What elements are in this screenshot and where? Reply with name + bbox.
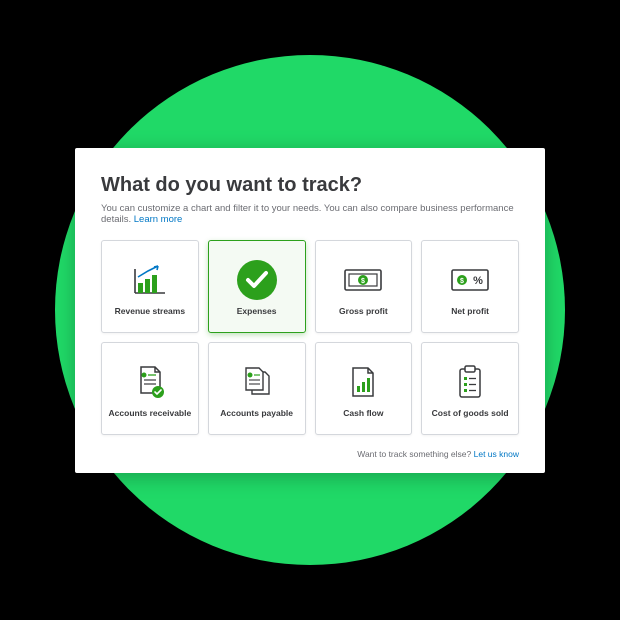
svg-text:$: $: [361, 278, 365, 285]
checkmark-circle-icon: [235, 256, 279, 304]
card-accounts-receivable[interactable]: Accounts receivable: [101, 342, 199, 435]
card-net-profit[interactable]: $ % Net profit: [421, 240, 519, 333]
money-bill-percent-icon: $ %: [450, 256, 490, 304]
let-us-know-link[interactable]: Let us know: [474, 449, 519, 459]
card-label: Expenses: [237, 306, 277, 316]
card-label: Accounts receivable: [109, 408, 192, 418]
footer-prompt: Want to track something else?: [357, 449, 473, 459]
card-label: Gross profit: [339, 306, 388, 316]
cards-grid: Revenue streams Expenses: [101, 240, 519, 435]
panel-heading: What do you want to track?: [101, 174, 519, 197]
svg-text:%: %: [473, 275, 483, 287]
panel-subtext: You can customize a chart and filter it …: [101, 203, 519, 225]
card-expenses[interactable]: Expenses: [208, 240, 306, 333]
card-label: Accounts payable: [220, 408, 293, 418]
card-label: Cash flow: [343, 408, 383, 418]
background-circle: What do you want to track? You can custo…: [55, 55, 565, 565]
learn-more-link[interactable]: Learn more: [134, 214, 183, 225]
money-bill-icon: $: [343, 256, 383, 304]
document-check-icon: [133, 358, 167, 406]
card-label: Revenue streams: [115, 306, 185, 316]
card-revenue-streams[interactable]: Revenue streams: [101, 240, 199, 333]
card-accounts-payable[interactable]: Accounts payable: [208, 342, 306, 435]
clipboard-list-icon: [456, 358, 484, 406]
track-selection-panel: What do you want to track? You can custo…: [75, 148, 545, 473]
svg-text:$: $: [460, 278, 464, 285]
footer-text: Want to track something else? Let us kno…: [101, 449, 519, 459]
card-label: Cost of goods sold: [432, 408, 509, 418]
card-cost-of-goods-sold[interactable]: Cost of goods sold: [421, 342, 519, 435]
document-chart-icon: [349, 358, 377, 406]
documents-stack-icon: [240, 358, 274, 406]
bar-chart-growth-icon: [133, 256, 167, 304]
card-label: Net profit: [451, 306, 489, 316]
card-gross-profit[interactable]: $ Gross profit: [315, 240, 413, 333]
card-cash-flow[interactable]: Cash flow: [315, 342, 413, 435]
